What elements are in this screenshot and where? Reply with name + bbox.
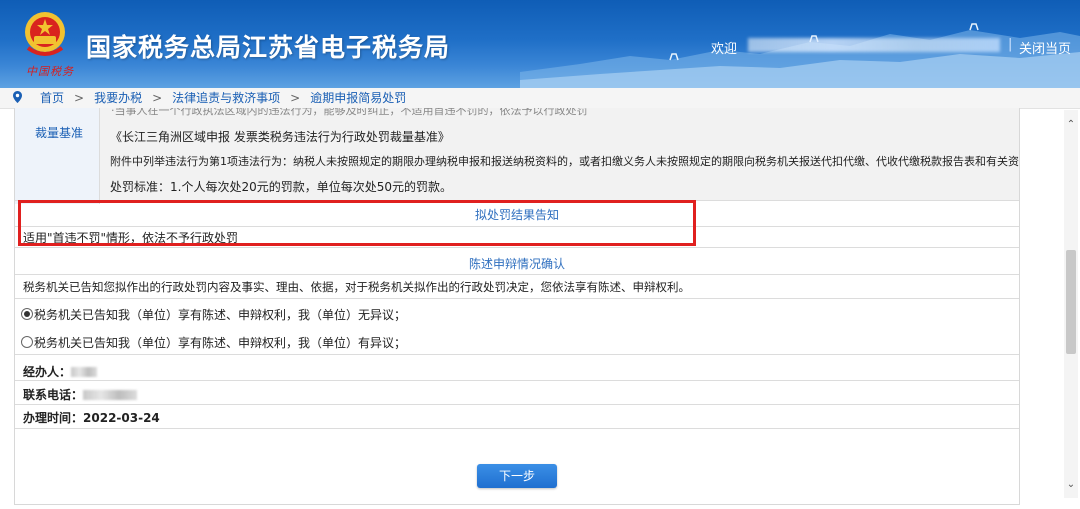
divider — [15, 380, 1019, 381]
date-label: 办理时间： — [23, 411, 84, 425]
option-has-objection[interactable]: 税务机关已告知我（单位）享有陈述、申辩权利，我（单位）有异议； — [21, 334, 406, 351]
date-row: 办理时间：2022-03-24 — [23, 409, 160, 426]
divider — [15, 298, 1019, 299]
option-no-objection-label: 税务机关已告知我（单位）享有陈述、申辩权利，我（单位）无异议； — [34, 308, 407, 322]
date-value: 2022-03-24 — [83, 411, 160, 425]
user-name-redacted — [748, 38, 1000, 52]
option-has-objection-label: 税务机关已告知我（单位）享有陈述、申辩权利，我（单位）有异议； — [34, 336, 407, 350]
breadcrumb-separator: > — [290, 91, 301, 105]
chevron-down-icon[interactable]: ⌄ — [1064, 478, 1078, 492]
option-no-objection[interactable]: 税务机关已告知我（单位）享有陈述、申辩权利，我（单位）无异议； — [21, 306, 406, 323]
location-pin-icon — [13, 91, 22, 103]
radio-checked-icon[interactable] — [21, 308, 33, 320]
breadcrumb-tax-tasks[interactable]: 我要办税 — [94, 91, 142, 105]
truncated-text: ·当事人在一个行政执法区域内的违法行为，能够及时纠正，不适用首违不罚的，依法予以… — [111, 108, 588, 117]
standard-penalty-text: 处罚标准：1.个人每次处20元的罚款，单位每次处50元的罚款。 — [110, 180, 452, 194]
tax-emblem-icon — [25, 12, 65, 56]
statement-intro: 税务机关已告知您拟作出的行政处罚内容及事实、理由、依据，对于税务机关拟作出的行政… — [23, 280, 690, 294]
phone-label: 联系电话： — [23, 388, 84, 402]
phone-row: 联系电话： — [23, 386, 138, 403]
breadcrumb-separator: > — [74, 91, 85, 105]
handler-row: 经办人： — [23, 363, 98, 380]
welcome-text: 欢迎 — [711, 42, 738, 57]
breadcrumb: 首页 > 我要办税 > 法律追责与救济事项 > 逾期申报简易处罚 — [0, 88, 1080, 109]
handler-name-redacted — [71, 367, 98, 377]
great-wall-background — [520, 23, 1080, 88]
standard-violation-text: 附件中列举违法行为第1项违法行为：纳税人未按照规定的期限办理纳税申报和报送纳税资… — [110, 155, 1020, 168]
statement-heading: 陈述申辩情况确认 — [468, 257, 565, 271]
divider — [15, 404, 1019, 405]
site-title: 国家税务总局江苏省电子税务局 — [86, 33, 451, 62]
radio-unchecked-icon[interactable] — [21, 336, 33, 348]
site-header: 中国税务 国家税务总局江苏省电子税务局 欢迎 | 关闭当页 — [0, 0, 1080, 88]
close-page-link[interactable]: 关闭当页 — [1019, 38, 1071, 57]
divider — [15, 274, 1019, 275]
result-highlight-box — [18, 200, 696, 246]
header-separator: | — [1008, 37, 1013, 52]
standard-label-cell: 裁量基准 — [15, 108, 100, 204]
breadcrumb-overdue-penalty[interactable]: 逾期申报简易处罚 — [310, 91, 406, 105]
chevron-up-icon[interactable]: ⌃ — [1064, 118, 1078, 132]
divider — [15, 247, 1019, 248]
next-step-button[interactable]: 下一步 — [477, 464, 557, 488]
divider — [15, 428, 1019, 429]
standard-doc-title: 《长江三角洲区域申报 发票类税务违法行为行政处罚裁量基准》 — [110, 130, 450, 144]
phone-redacted — [83, 390, 138, 400]
content-panel: 裁量基准 ·当事人在一个行政执法区域内的违法行为，能够及时纠正，不适用首违不罚的… — [14, 108, 1020, 505]
penalty-standard-section: 裁量基准 ·当事人在一个行政执法区域内的违法行为，能够及时纠正，不适用首违不罚的… — [15, 108, 1020, 204]
vertical-scrollbar[interactable]: ⌃ ⌄ — [1064, 110, 1078, 498]
breadcrumb-separator: > — [152, 91, 163, 105]
handler-label: 经办人： — [23, 365, 72, 379]
divider — [15, 354, 1019, 355]
standard-label: 裁量基准 — [35, 126, 84, 140]
breadcrumb-legal-remedy[interactable]: 法律追责与救济事项 — [172, 91, 280, 105]
breadcrumb-home[interactable]: 首页 — [40, 91, 64, 105]
scrollbar-thumb[interactable] — [1066, 250, 1076, 354]
emblem-caption: 中国税务 — [26, 65, 74, 78]
